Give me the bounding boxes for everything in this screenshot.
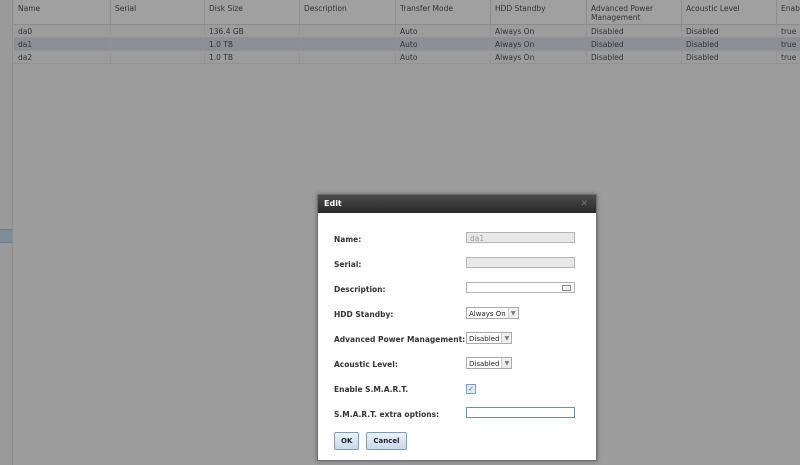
acoustic-level-label: Acoustic Level:: [334, 360, 398, 369]
cell-enable-smart: true: [781, 40, 797, 49]
column-header-enable-smart[interactable]: Enab: [777, 0, 800, 24]
close-icon[interactable]: ✕: [580, 195, 588, 213]
cell-name: da2: [14, 51, 111, 63]
cell-transfer-mode: Auto: [396, 25, 491, 37]
serial-label: Serial:: [334, 260, 362, 269]
cell-hdd-standby: Always On: [491, 38, 587, 50]
hdd-standby-select[interactable]: Always On ▼: [466, 307, 519, 319]
cell-apm: Disabled: [587, 51, 682, 63]
smart-options-label: S.M.A.R.T. extra options:: [334, 410, 440, 419]
dialog-title: Edit: [324, 199, 342, 208]
left-panel-strip: [0, 0, 13, 465]
description-field[interactable]: [466, 282, 575, 293]
smart-options-field[interactable]: [466, 407, 575, 418]
name-field[interactable]: da1: [466, 232, 575, 243]
table-row[interactable]: da0 136.4 GB Auto Always On Disabled Dis…: [14, 25, 800, 38]
hdd-standby-label: HDD Standby:: [334, 310, 394, 319]
table-row-selected[interactable]: da1 1.0 TB Auto Always On Disabled Disab…: [14, 38, 800, 51]
column-header-description[interactable]: Description: [300, 0, 396, 24]
cell-enable-smart: true: [781, 53, 797, 62]
column-header-serial[interactable]: Serial: [111, 0, 205, 24]
chevron-down-icon[interactable]: ▼: [501, 358, 512, 368]
cell-serial: [111, 38, 205, 50]
apm-value: Disabled: [469, 335, 500, 343]
chevron-down-icon[interactable]: ▼: [507, 308, 518, 318]
column-header-transfer-mode[interactable]: Transfer Mode: [396, 0, 491, 24]
checkmark-icon: ✓: [468, 385, 474, 393]
left-panel-tab[interactable]: [0, 229, 12, 243]
cell-serial: [111, 51, 205, 63]
serial-field[interactable]: [466, 257, 575, 268]
column-header-acoustic-level[interactable]: Acoustic Level: [682, 0, 777, 24]
cell-name: da0: [14, 25, 111, 37]
form-row-acoustic-level: Acoustic Level: Disabled ▼: [332, 354, 592, 379]
cell-serial: [111, 25, 205, 37]
grid-header: Name Serial Disk Size Description Transf…: [14, 0, 800, 25]
column-header-hdd-standby[interactable]: HDD Standby: [491, 0, 587, 24]
column-header-name[interactable]: Name: [14, 0, 111, 24]
enable-smart-checkbox[interactable]: ✓: [466, 384, 476, 394]
cell-transfer-mode: Auto: [396, 38, 491, 50]
cell-disk-size: 136.4 GB: [205, 25, 300, 37]
cell-apm: Disabled: [587, 38, 682, 50]
cell-transfer-mode: Auto: [396, 51, 491, 63]
form-row-smart-options: S.M.A.R.T. extra options:: [332, 404, 592, 429]
cell-acoustic-level: Disabled: [682, 25, 777, 37]
apm-label: Advanced Power Management:: [334, 335, 466, 344]
cell-hdd-standby: Always On: [491, 51, 587, 63]
description-label: Description:: [334, 285, 386, 294]
form-row-serial: Serial:: [332, 254, 592, 279]
acoustic-level-select[interactable]: Disabled ▼: [466, 357, 513, 369]
form-row-name: Name: da1: [332, 229, 592, 254]
apm-select[interactable]: Disabled ▼: [466, 332, 513, 344]
dialog-title-bar[interactable]: Edit ✕: [318, 195, 596, 213]
table-row[interactable]: da2 1.0 TB Auto Always On Disabled Disab…: [14, 51, 800, 64]
form-row-apm: Advanced Power Management: Disabled ▼: [332, 329, 592, 354]
ok-button[interactable]: OK: [334, 432, 360, 450]
cell-description: [300, 51, 396, 63]
column-header-disk-size[interactable]: Disk Size: [205, 0, 300, 24]
form-row-description: Description:: [332, 279, 592, 304]
name-label: Name:: [334, 235, 362, 244]
cell-disk-size: 1.0 TB: [205, 51, 300, 63]
hdd-standby-value: Always On: [469, 310, 506, 318]
form-row-hdd-standby: HDD Standby: Always On ▼: [332, 304, 592, 329]
form-row-enable-smart: Enable S.M.A.R.T. ✓: [332, 379, 592, 404]
cell-description: [300, 25, 396, 37]
cell-description: [300, 38, 396, 50]
cell-acoustic-level: Disabled: [682, 51, 777, 63]
dialog-buttons: OK Cancel: [334, 432, 407, 450]
disk-grid: Name Serial Disk Size Description Transf…: [14, 0, 800, 64]
column-header-apm[interactable]: Advanced Power Management: [587, 0, 682, 24]
cancel-button[interactable]: Cancel: [366, 432, 407, 450]
edit-form: Name: da1 Serial: Description: HDD Stand…: [332, 229, 592, 429]
cell-disk-size: 1.0 TB: [205, 38, 300, 50]
enable-smart-label: Enable S.M.A.R.T.: [334, 385, 409, 394]
edit-dialog: Edit ✕ Name: da1 Serial: Description: HD…: [317, 194, 597, 461]
cell-apm: Disabled: [587, 25, 682, 37]
cell-hdd-standby: Always On: [491, 25, 587, 37]
cell-acoustic-level: Disabled: [682, 38, 777, 50]
text-edit-icon[interactable]: [562, 285, 571, 291]
cell-enable-smart: true: [781, 27, 797, 36]
chevron-down-icon[interactable]: ▼: [501, 333, 512, 343]
cell-name: da1: [14, 38, 111, 50]
acoustic-level-value: Disabled: [469, 360, 500, 368]
